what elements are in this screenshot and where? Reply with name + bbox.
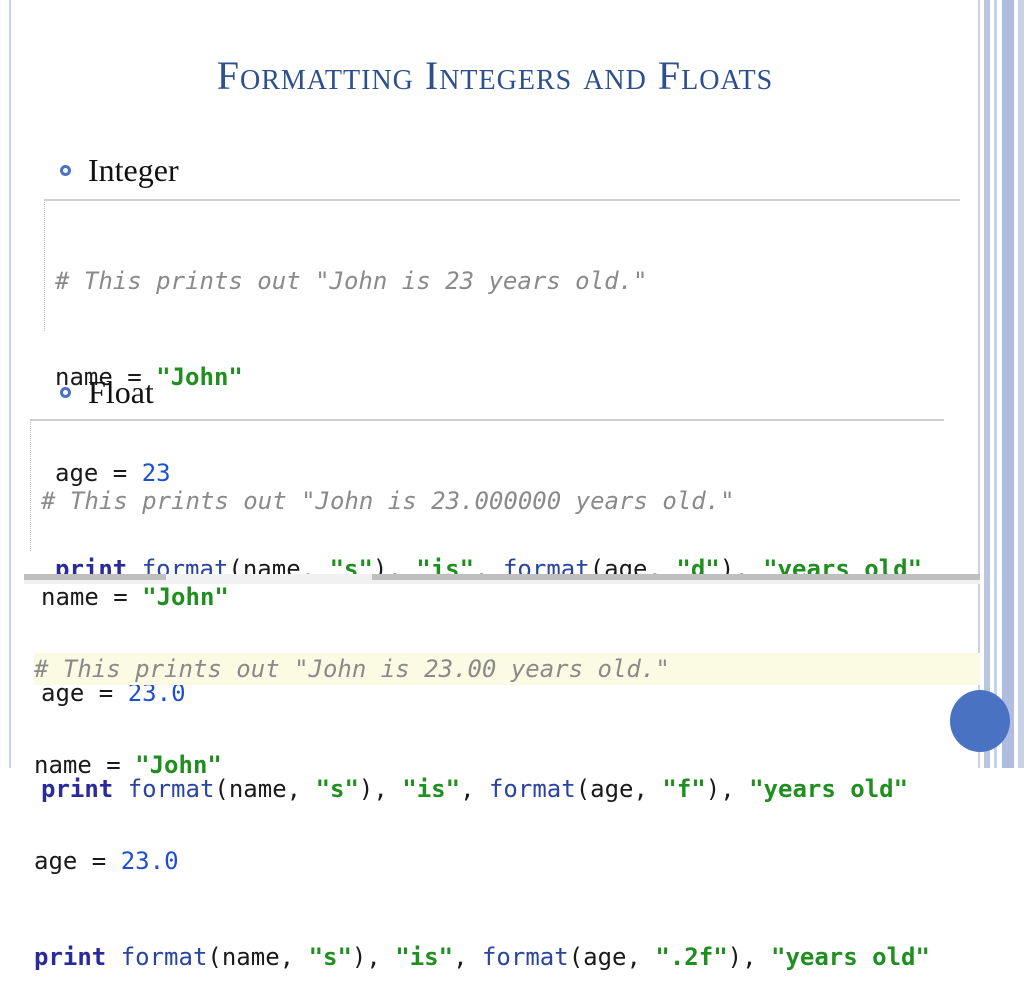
slide-title: Formatting Integers and Floats (216, 53, 774, 98)
code-function: format (120, 943, 208, 971)
code-var: age (34, 847, 78, 875)
code-string: ".2f" (655, 943, 728, 971)
code-number: 23.0 (120, 847, 179, 875)
code-block-float-2dp: # This prints out "John is 23.00 years o… (24, 589, 980, 971)
bullet-circle-icon (60, 387, 71, 398)
code-keyword: print (34, 943, 107, 971)
code-op: = (91, 751, 136, 779)
code-var: name (34, 751, 92, 779)
bullet-label: Integer (88, 152, 179, 188)
bullet-label: Float (88, 374, 154, 410)
bullet-integer: Integer (60, 152, 179, 189)
code-string: "John" (156, 363, 243, 391)
slide-left-rule (9, 0, 11, 768)
code-block-float: # This prints out "John is 23.000000 yea… (30, 419, 944, 803)
code-punct: (age, (568, 943, 656, 971)
code-string: "s" (308, 943, 352, 971)
code-block-integer: # This prints out "John is 23 years old.… (44, 199, 960, 583)
editor-horizontal-scrollbar[interactable] (24, 574, 980, 584)
code-punct: ), (351, 943, 396, 971)
slide-right-decoration (978, 0, 1024, 768)
code-comment: # This prints out "John is 23.00 years o… (34, 655, 670, 683)
code-punct: ), (727, 943, 771, 971)
code-string: "years old" (771, 943, 930, 971)
bullet-circle-icon (60, 165, 71, 176)
code-function: format (481, 943, 569, 971)
code-punct: , (453, 943, 482, 971)
code-string: "John" (135, 751, 222, 779)
code-op: = (77, 847, 121, 875)
scrollbar-track-segment (24, 574, 166, 580)
bullet-float: Float (60, 374, 154, 411)
scrollbar-thumb[interactable] (372, 574, 980, 580)
code-punct: (name, (207, 943, 309, 971)
code-comment: # This prints out "John is 23 years old.… (55, 267, 648, 295)
code-string: "is" (395, 943, 454, 971)
code-comment: # This prints out "John is 23.000000 yea… (41, 487, 735, 515)
